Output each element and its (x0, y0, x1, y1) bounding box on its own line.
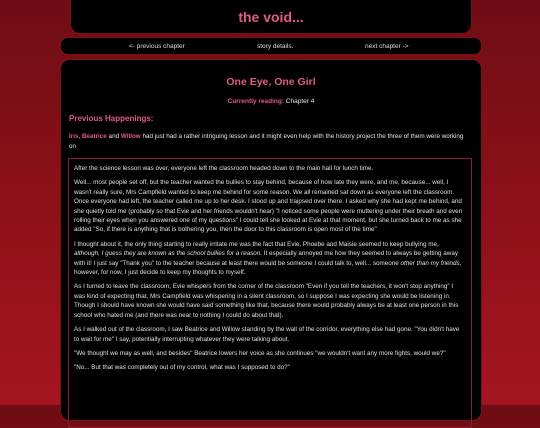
site-title[interactable]: the void... (238, 9, 303, 25)
site-header: the void... (70, 0, 472, 34)
previous-chapter-link[interactable]: <- previous chapter (129, 43, 185, 50)
chapter-content: One Eye, One Girl Currently reading: Cha… (60, 59, 482, 428)
currently-reading-label: Currently reading: (227, 98, 284, 105)
paragraph: Well... most people set off, but the tea… (74, 179, 463, 234)
paragraph-italic: other than my friends (400, 259, 460, 267)
paragraph: As I turned to leave the classroom, Evie… (74, 283, 459, 319)
paragraph: I thought about it, the only thing start… (74, 240, 466, 278)
next-chapter-link[interactable]: next chapter -> (365, 43, 409, 50)
paragraph-italic: although, I guess they are known as the … (74, 250, 262, 258)
paragraph-text: I thought about it, the only thing start… (74, 240, 439, 248)
chapter-nav: <- previous chapter story details. next … (60, 37, 482, 55)
previous-happenings-heading: Previous Happenings: (69, 114, 154, 123)
story-details-link[interactable]: story details. (257, 43, 294, 50)
character-name: Beatrice (81, 133, 107, 140)
paragraph: "No... But that was completely out of my… (74, 364, 290, 372)
previous-happenings-summary: Iris, Beatrice and Willow had just had a… (69, 132, 469, 151)
story-title: One Eye, One Girl (226, 76, 316, 88)
paragraph: "We thought we may as well, and besides"… (74, 349, 446, 357)
paragraph: As I walked out of the classroom, I saw … (74, 326, 460, 343)
separator: and (106, 133, 121, 140)
currently-reading-value: Chapter 4 (285, 98, 315, 105)
chapter-text-box: After the science lesson was over, every… (68, 158, 472, 428)
currently-reading: Currently reading: Chapter 4 (61, 98, 481, 105)
character-name: Willow (120, 133, 141, 140)
paragraph: After the science lesson was over, every… (74, 165, 374, 172)
